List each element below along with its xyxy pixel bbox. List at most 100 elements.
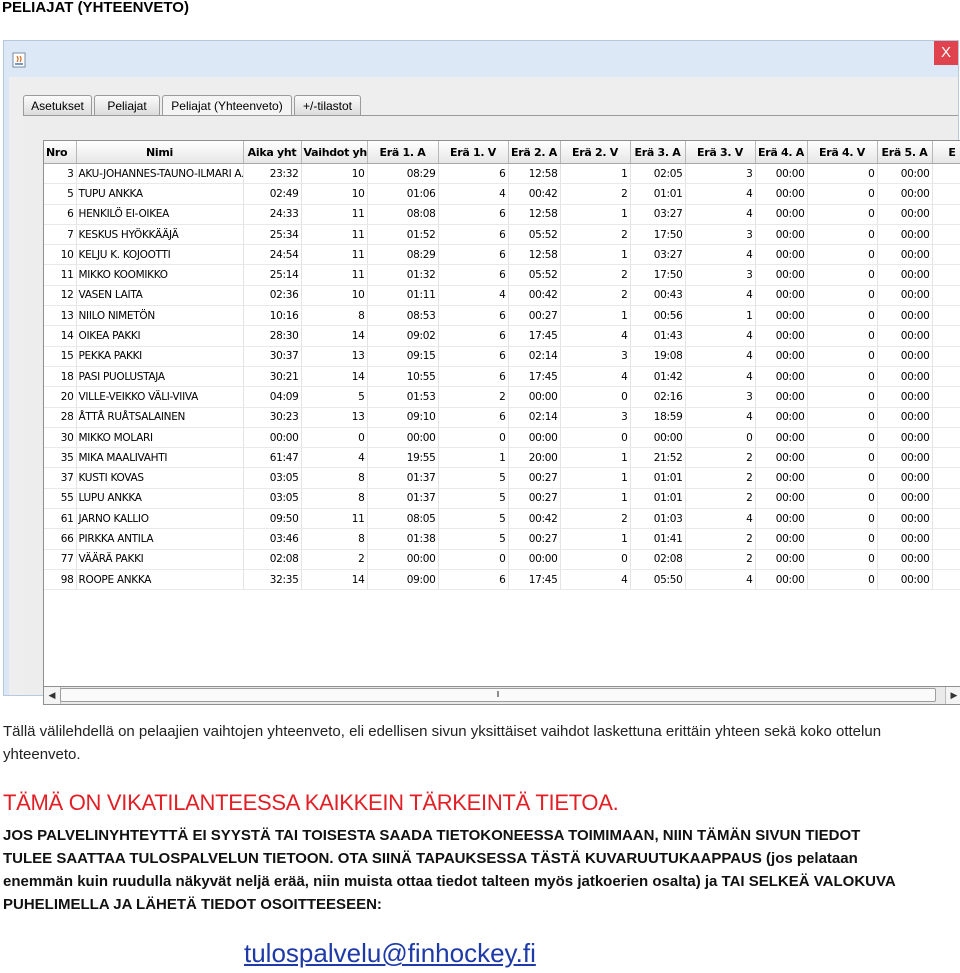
table-cell: 4 <box>560 366 631 388</box>
table-row[interactable]: 30 MIKKO MOLARI 00:00 0 00:00 0 00:00 0 00:00 0 00… <box>44 427 960 449</box>
column-header[interactable]: Vaihdot yht <box>301 141 368 164</box>
table-cell: 09:02 <box>367 325 439 347</box>
table-row[interactable]: 6 HENKILÖ EI-OIKEA 24:33 11 08:08 6 12:58 1 03:2… <box>44 204 960 225</box>
table-cell: 17:50 <box>630 264 686 286</box>
table-cell: 12:58 <box>508 244 561 266</box>
table-cell: ROOPE ANKKA <box>76 569 244 591</box>
table-cell: 28 <box>44 407 77 428</box>
column-header[interactable]: E <box>932 141 960 164</box>
tab-peliajat-yhteenveto[interactable]: Peliajat (Yhteenveto) <box>162 95 292 116</box>
arrow-right-icon[interactable]: ▶ <box>945 687 960 704</box>
table-cell: 01:01 <box>630 488 686 510</box>
close-icon[interactable]: X <box>934 41 958 65</box>
table-row[interactable]: 61 JARNO KALLIO 09:50 11 08:05 5 00:42 2 01:03 4 0… <box>44 508 960 530</box>
table-cell: PASI PUOLUSTAJA <box>76 366 244 388</box>
table-row[interactable]: 35 MIKA MAALIVAHTI 61:47 4 19:55 1 20:00 1 21:52… <box>44 447 960 469</box>
table-cell: AKU-JOHANNES-TAUNO-ILMARI A... <box>76 163 244 185</box>
column-header[interactable]: Nro <box>44 141 77 164</box>
table-cell: MIKA MAALIVAHTI <box>76 447 244 469</box>
table-cell: 4 <box>560 325 631 347</box>
table-row[interactable]: 11 MIKKO KOOMIKKO 25:14 11 01:32 6 05:52 2 17:50… <box>44 264 960 286</box>
table-cell: 0 <box>807 467 878 489</box>
table-cell: 37 <box>44 467 77 489</box>
table-cell: 01:41 <box>630 528 686 550</box>
table-cell: 00:00 <box>877 407 933 428</box>
table-cell: NIILO NIMETÖN <box>76 305 244 327</box>
table-row[interactable]: 12 VASEN LAITA 02:36 10 01:11 4 00:42 2 00:43 4 00… <box>44 285 960 307</box>
tab-plusminus-tilastot[interactable]: +/-tilastot <box>294 95 361 115</box>
table-cell: 00:42 <box>508 508 561 530</box>
column-header[interactable]: Erä 5. A <box>877 141 933 164</box>
table-cell: 00:00 <box>508 427 561 449</box>
table-row[interactable]: 66 PIRKKA ANTILA 03:46 8 01:38 5 00:27 1 01:41 2 0… <box>44 528 960 550</box>
table-row[interactable]: 98 ROOPE ANKKA 32:35 14 09:00 6 17:45 4 05:50 4 00… <box>44 569 960 591</box>
table-row[interactable]: 13 NIILO NIMETÖN 10:16 8 08:53 6 00:27 1 00:56 1 0… <box>44 305 960 327</box>
table-cell: 8 <box>301 305 368 327</box>
column-header[interactable]: Erä 2. A <box>508 141 561 164</box>
table-cell: 19:55 <box>367 447 439 469</box>
column-header[interactable]: Erä 3. A <box>630 141 686 164</box>
table-row[interactable]: 5 TUPU ANKKA 02:49 10 01:06 4 00:42 2 01:01 4 00:0… <box>44 183 960 205</box>
tab-peliajat[interactable]: Peliajat <box>94 95 160 115</box>
table-cell: 10 <box>301 163 368 185</box>
player-time-table[interactable]: Nro Nimi Aika yht Vaihdot yht Erä 1. A Erä 1.… <box>43 140 960 687</box>
table-row[interactable]: 20 VILLE-VEIKKO VÄLI-VIIVA 04:09 5 01:53 2 00:… <box>44 386 960 408</box>
table-cell: 5 <box>438 508 509 530</box>
column-header[interactable]: Erä 1. V <box>438 141 509 164</box>
table-cell: 00:00 <box>508 386 561 408</box>
column-header[interactable]: Erä 1. A <box>367 141 439 164</box>
table-cell: 30:23 <box>243 407 302 428</box>
table-row[interactable]: 37 KUSTI KOVAS 03:05 8 01:37 5 00:27 1 01:01 2 00:… <box>44 467 960 489</box>
scrollbar-thumb[interactable]: ‖ <box>60 688 936 702</box>
table-cell: KESKUS HYÖKKÄÄJÄ <box>76 224 244 246</box>
table-row[interactable]: 15 PEKKA PAKKI 30:37 13 09:15 6 02:14 3 19:08 4 00… <box>44 346 960 367</box>
table-cell: 01:01 <box>630 183 686 205</box>
table-cell <box>932 427 960 449</box>
table-cell: 4 <box>685 325 756 347</box>
table-cell: 00:27 <box>508 467 561 489</box>
table-cell: 01:37 <box>367 488 439 510</box>
column-header[interactable]: Erä 4. A <box>755 141 808 164</box>
table-cell <box>932 163 960 185</box>
table-cell <box>932 407 960 428</box>
table-cell: 03:27 <box>630 204 686 225</box>
tab-asetukset[interactable]: Asetukset <box>23 95 92 115</box>
column-header[interactable]: Erä 3. V <box>685 141 756 164</box>
table-row[interactable]: 55 LUPU ANKKA 03:05 8 01:37 5 00:27 1 01:01 2 00:0… <box>44 488 960 510</box>
table-cell: 00:00 <box>755 264 808 286</box>
table-cell: 0 <box>807 549 878 570</box>
table-row[interactable]: 14 OIKEA PAKKI 28:30 14 09:02 6 17:45 4 01:43 4 00… <box>44 325 960 347</box>
table-row[interactable]: 10 KELJU K. KOJOOTTI 24:54 11 08:29 6 12:58 1 03… <box>44 244 960 266</box>
table-cell: 00:00 <box>877 285 933 307</box>
table-row[interactable]: 3 AKU-JOHANNES-TAUNO-ILMARI A... 23:32 10 08… <box>44 163 960 185</box>
table-cell: 30:37 <box>243 346 302 367</box>
column-header[interactable]: Aika yht <box>243 141 302 164</box>
horizontal-scrollbar[interactable]: ◀ ‖ ▶ <box>43 687 960 705</box>
table-cell: 04:09 <box>243 386 302 408</box>
table-cell: 0 <box>807 224 878 246</box>
arrow-left-icon[interactable]: ◀ <box>44 687 61 704</box>
table-cell: 00:00 <box>877 244 933 266</box>
table-cell: 0 <box>438 549 509 570</box>
table-cell: 2 <box>685 467 756 489</box>
table-cell: 00:00 <box>877 528 933 550</box>
table-cell: 23:32 <box>243 163 302 185</box>
table-cell: 1 <box>560 305 631 327</box>
email-link[interactable]: tulospalvelu@finhockey.fi <box>244 938 536 969</box>
table-cell: 00:00 <box>755 244 808 266</box>
table-cell: 10:55 <box>367 366 439 388</box>
table-row[interactable]: 18 PASI PUOLUSTAJA 30:21 14 10:55 6 17:45 4 01:4… <box>44 366 960 388</box>
column-header[interactable]: Nimi <box>76 141 244 164</box>
table-cell <box>932 508 960 530</box>
table-cell: 00:00 <box>755 528 808 550</box>
table-cell: 1 <box>560 447 631 469</box>
table-cell: 11 <box>301 264 368 286</box>
table-row[interactable]: 7 KESKUS HYÖKKÄÄJÄ 25:34 11 01:52 6 05:52 2 17:5… <box>44 224 960 246</box>
table-cell: 4 <box>438 285 509 307</box>
table-cell: 2 <box>560 224 631 246</box>
table-row[interactable]: 28 ÅTTÅ RUÅTSALAINEN 30:23 13 09:10 6 02:14 3 18… <box>44 407 960 428</box>
table-row[interactable]: 77 VÄÄRÄ PAKKI 02:08 2 00:00 0 00:00 0 02:08 2 00:… <box>44 549 960 570</box>
table-cell: 6 <box>438 204 509 225</box>
column-header[interactable]: Erä 2. V <box>560 141 631 164</box>
column-header[interactable]: Erä 4. V <box>807 141 878 164</box>
